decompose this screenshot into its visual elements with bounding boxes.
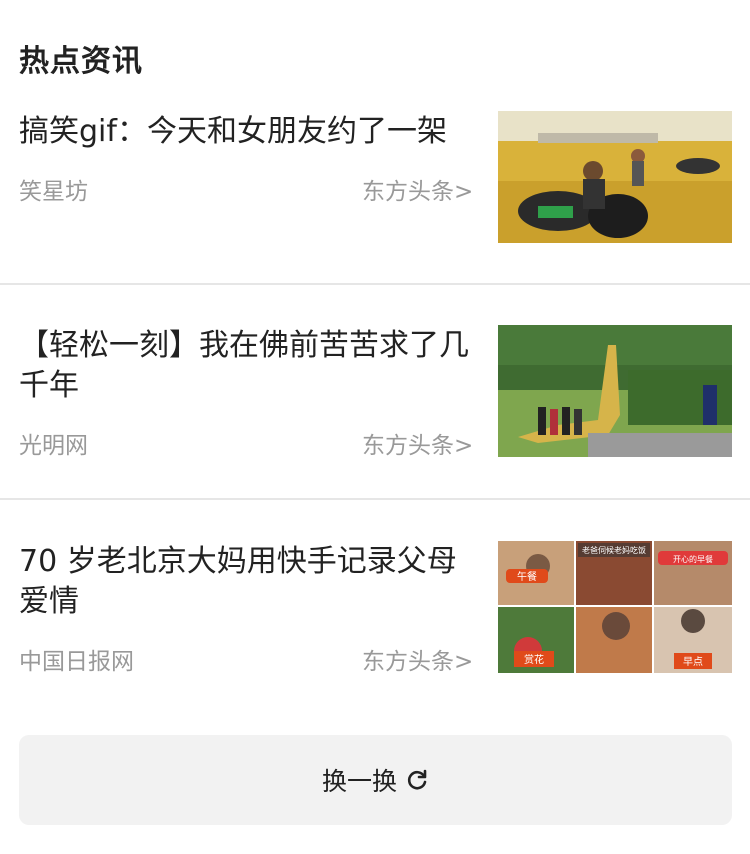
svg-text:老爸伺候老妈吃饭: 老爸伺候老妈吃饭 [582,545,646,555]
news-thumbnail[interactable] [498,325,732,457]
collage-photo: 午餐 老爸伺候老妈吃饭 开心的早餐 赏花 早点 [498,541,732,673]
divider [0,498,750,500]
svg-text:赏花: 赏花 [524,653,544,666]
news-thumbnail[interactable] [498,111,732,243]
news-source: 笑星坊 [19,179,88,205]
section-title: 热点资讯 [19,44,143,79]
news-title[interactable]: 搞笑gif：今天和女朋友约了一架 [19,112,479,152]
publisher-link[interactable]: 东方头条> [362,642,473,676]
park-statue-photo [498,325,732,457]
news-source: 光明网 [19,433,88,459]
news-title[interactable]: 70 岁老北京大妈用快手记录父母爱情 [19,542,479,622]
svg-text:早点: 早点 [683,656,703,668]
svg-text:午餐: 午餐 [517,570,537,583]
news-thumbnail[interactable]: 午餐 老爸伺候老妈吃饭 开心的早餐 赏花 早点 [498,541,732,673]
desert-atv-photo [498,111,732,243]
publisher-link[interactable]: 东方头条> [362,426,473,460]
news-title[interactable]: 【轻松一刻】我在佛前苦苦求了几千年 [19,326,479,406]
refresh-label: 换一换 [321,767,397,796]
publisher-link[interactable]: 东方头条> [362,172,473,206]
refresh-button[interactable]: 换一换 [19,735,732,825]
divider [0,283,750,285]
news-source: 中国日报网 [19,649,134,675]
svg-text:开心的早餐: 开心的早餐 [673,554,713,564]
refresh-icon [405,768,429,792]
